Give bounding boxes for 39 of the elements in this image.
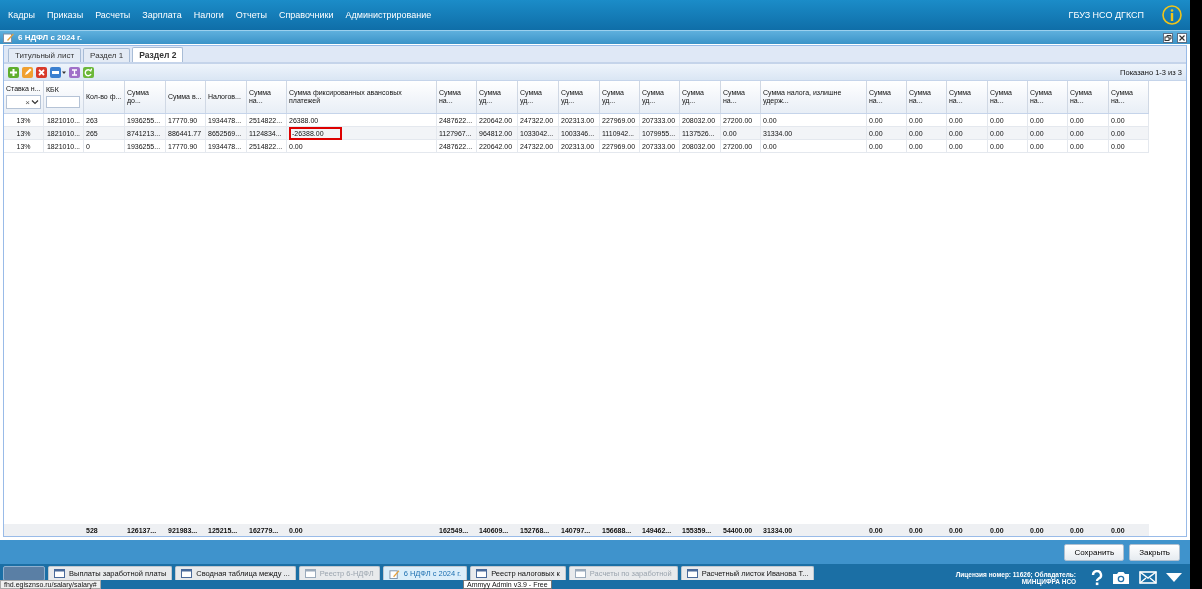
menu-item[interactable]: Кадры [8,10,35,20]
menu-item[interactable]: Зарплата [142,10,182,20]
refresh-icon[interactable] [83,66,94,78]
window-icon [54,569,65,578]
info-icon[interactable] [1162,5,1182,25]
window-title: 6 НДФЛ с 2024 г. [18,33,82,42]
caret-icon[interactable] [31,98,39,106]
delete-icon[interactable] [36,66,47,78]
restore-icon[interactable] [1163,32,1173,43]
menu-item[interactable]: Расчеты [95,10,131,20]
close-icon[interactable] [1177,32,1187,43]
window-icon [476,569,488,578]
window-icon [304,569,316,578]
camera-icon[interactable] [1112,570,1130,585]
export-icon[interactable] [69,66,80,78]
menu-item[interactable]: Отчеты [235,10,267,20]
menu-item[interactable]: Приказы [47,10,84,20]
dialog-button[interactable]: Сохранить [1064,543,1125,561]
document-pencil-icon [3,32,14,43]
add-icon[interactable] [8,66,19,78]
envelope-icon[interactable] [1139,571,1157,584]
window-icon [181,569,193,578]
help-icon[interactable] [1091,569,1103,586]
window-icon [574,569,586,578]
document-pencil-icon [388,568,400,579]
printer-icon[interactable] [50,66,66,78]
tab[interactable]: Раздел 2 [132,47,184,62]
menu-item[interactable]: Справочники [278,10,334,20]
filter-dropdown[interactable]: × [6,95,41,109]
menu-item[interactable]: Администрирование [345,10,432,20]
window-icon [686,569,698,578]
dropdown-arrow-icon[interactable] [1166,573,1182,582]
menu-item[interactable]: Налоги [193,10,224,20]
tab[interactable]: Титульный лист [8,48,82,62]
tab[interactable]: Раздел 1 [83,48,131,62]
organization-name: ГБУЗ НСО ДГКСП [1068,10,1144,20]
dialog-button[interactable]: Закрыть [1129,543,1180,561]
filter-field[interactable] [46,96,80,108]
clear-button[interactable]: × [25,97,30,107]
